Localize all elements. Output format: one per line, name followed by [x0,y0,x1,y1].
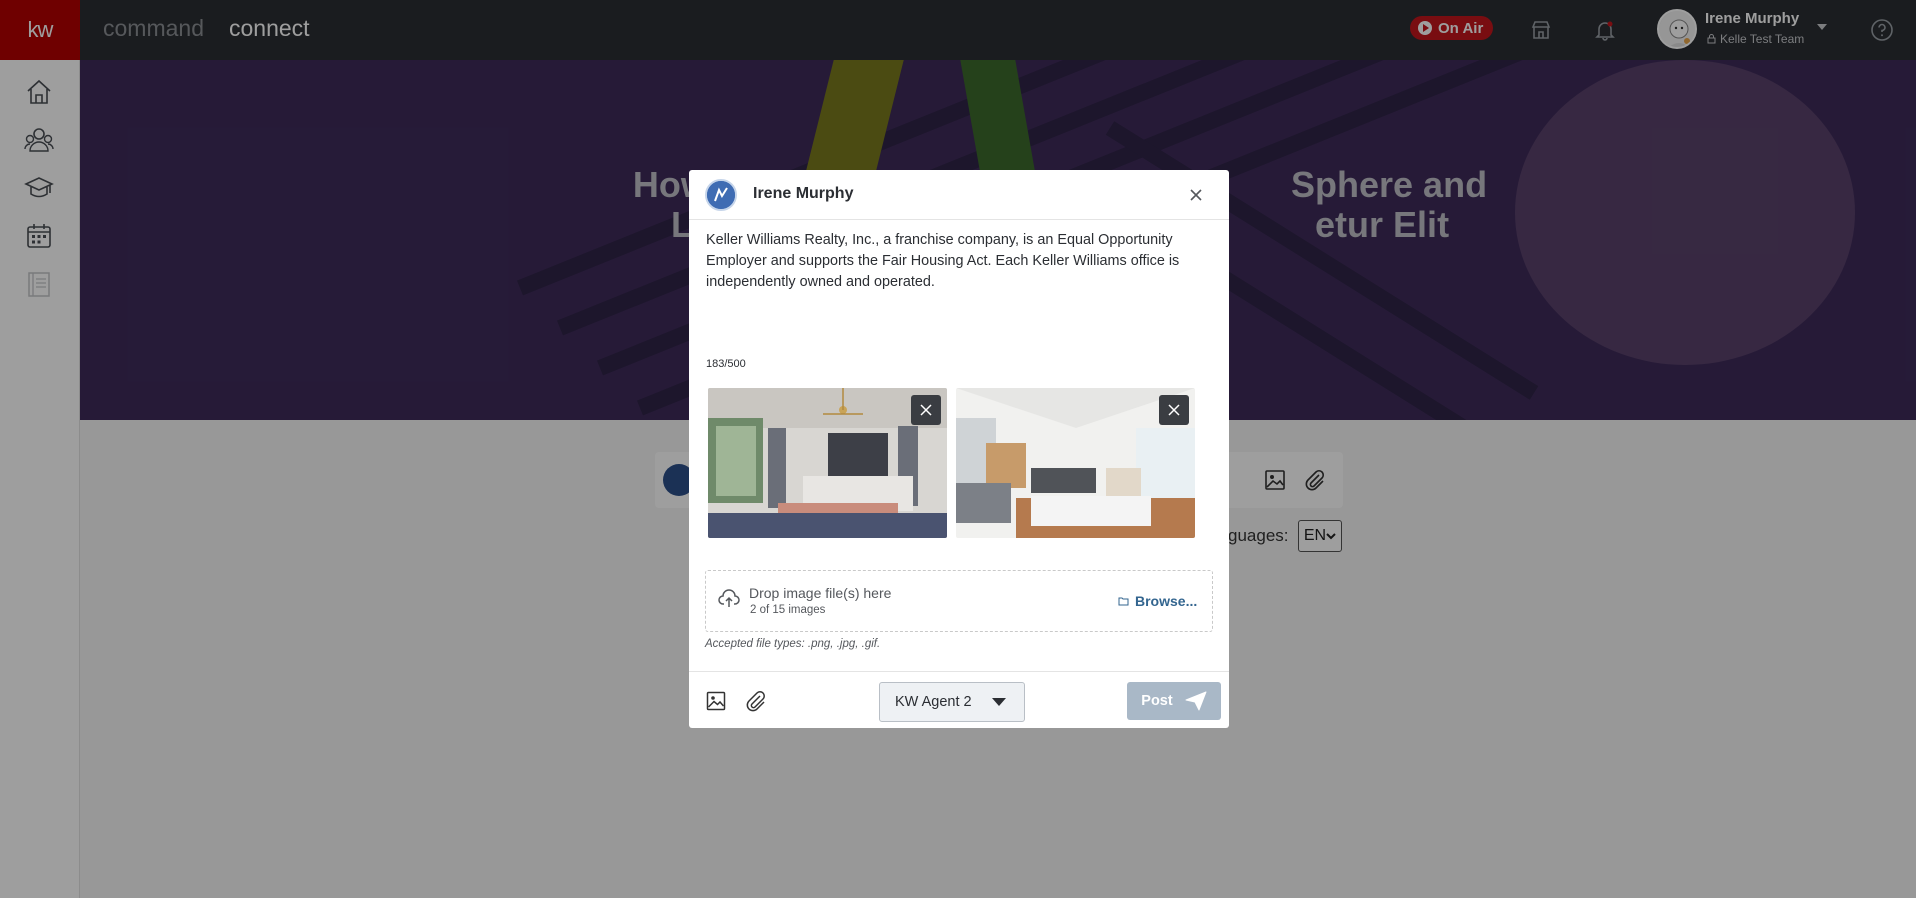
attached-image-1 [708,388,947,538]
accepted-file-types: Accepted file types: .png, .jpg, .gif. [705,638,881,650]
modal-header: Irene Murphy [689,170,1229,220]
image-dropzone[interactable]: Drop image file(s) here 2 of 15 images B… [705,570,1213,632]
author-name: Irene Murphy [753,185,854,202]
remove-image-button[interactable] [911,395,941,425]
caret-down-icon [991,698,1006,706]
upload-cloud-icon [718,589,740,614]
character-count: 183/500 [706,358,746,370]
browse-label: Browse... [1135,593,1198,609]
create-post-modal: Irene Murphy Keller Williams Realty, Inc… [689,170,1229,728]
author-avatar [705,179,737,211]
close-icon [920,404,932,416]
send-icon [1185,691,1207,711]
post-text-area[interactable]: Keller Williams Realty, Inc., a franchis… [706,230,1206,293]
agent-select[interactable]: KW Agent 2 [879,682,1025,722]
close-icon[interactable] [1185,184,1207,206]
dropzone-title: Drop image file(s) here [749,585,892,601]
remove-image-button[interactable] [1159,395,1189,425]
dropzone-count: 2 of 15 images [750,604,826,616]
paperclip-icon[interactable] [743,688,769,714]
post-label: Post [1141,693,1173,709]
image-icon[interactable] [703,688,729,714]
modal-footer: KW Agent 2 Post [689,671,1229,728]
attached-image-2 [956,388,1195,538]
folder-icon [1118,597,1129,605]
browse-button[interactable]: Browse... [1118,593,1197,609]
close-icon [1168,404,1180,416]
post-button[interactable]: Post [1127,682,1221,720]
agent-select-value: KW Agent 2 [895,694,972,710]
